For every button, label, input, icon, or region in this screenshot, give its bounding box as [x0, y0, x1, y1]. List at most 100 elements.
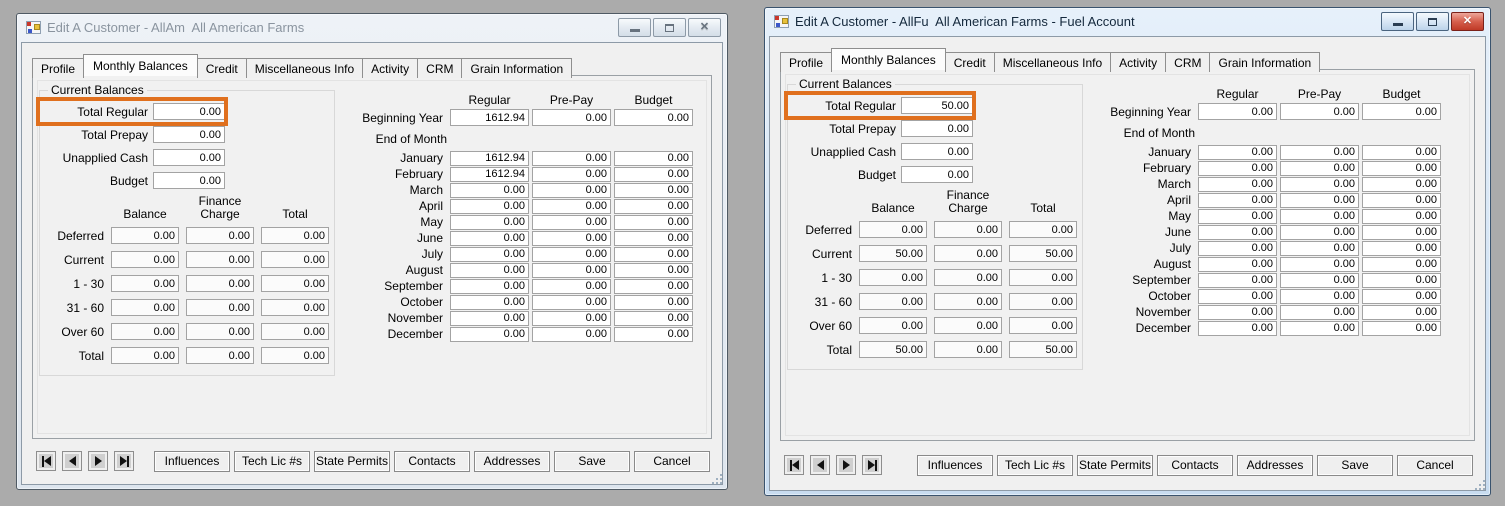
aging-finance-charge-field[interactable] — [186, 227, 254, 244]
month-regular-field[interactable] — [1198, 176, 1277, 192]
beginning-year-regular-field[interactable] — [1198, 103, 1277, 120]
month-budget-field[interactable] — [1362, 288, 1441, 304]
aging-finance-charge-field[interactable] — [934, 317, 1002, 334]
month-budget-field[interactable] — [1362, 304, 1441, 320]
nav-next-button[interactable] — [88, 451, 108, 471]
month-prepay-field[interactable] — [532, 326, 611, 342]
tab-profile[interactable]: Profile — [780, 52, 833, 72]
tab-monthly-balances[interactable]: Monthly Balances — [83, 54, 198, 76]
cancel-button[interactable]: Cancel — [634, 450, 710, 472]
aging-finance-charge-field[interactable] — [186, 347, 254, 364]
influences-button[interactable]: Influences — [154, 450, 230, 472]
aging-finance-charge-field[interactable] — [934, 293, 1002, 310]
aging-total-field[interactable] — [261, 275, 329, 292]
tab-activity[interactable]: Activity — [1110, 52, 1167, 72]
aging-balance-field[interactable] — [111, 251, 179, 268]
beginning-year-budget-field[interactable] — [614, 109, 693, 126]
month-prepay-field[interactable] — [1280, 208, 1359, 224]
month-regular-field[interactable] — [450, 198, 529, 214]
beginning-year-prepay-field[interactable] — [1280, 103, 1359, 120]
save-button[interactable]: Save — [554, 450, 630, 472]
aging-total-field[interactable] — [261, 227, 329, 244]
aging-balance-field[interactable] — [859, 269, 927, 286]
month-prepay-field[interactable] — [1280, 240, 1359, 256]
month-regular-field[interactable] — [1198, 288, 1277, 304]
month-prepay-field[interactable] — [1280, 320, 1359, 336]
aging-balance-field[interactable] — [111, 275, 179, 292]
aging-total-field[interactable] — [261, 251, 329, 268]
save-button[interactable]: Save — [1317, 454, 1393, 476]
nav-first-button[interactable] — [36, 451, 56, 471]
total-prepay-field[interactable] — [153, 126, 225, 143]
aging-finance-charge-field[interactable] — [186, 323, 254, 340]
maximize-button[interactable] — [1416, 12, 1449, 31]
month-budget-field[interactable] — [614, 198, 693, 214]
month-regular-field[interactable] — [1198, 304, 1277, 320]
beginning-year-budget-field[interactable] — [1362, 103, 1441, 120]
tab-grain-information[interactable]: Grain Information — [1209, 52, 1321, 72]
month-budget-field[interactable] — [614, 182, 693, 198]
aging-total-field[interactable] — [1009, 341, 1077, 358]
aging-balance-field[interactable] — [111, 347, 179, 364]
month-regular-field[interactable] — [1198, 320, 1277, 336]
aging-finance-charge-field[interactable] — [186, 275, 254, 292]
aging-total-field[interactable] — [1009, 293, 1077, 310]
aging-finance-charge-field[interactable] — [186, 251, 254, 268]
nav-last-button[interactable] — [862, 455, 882, 475]
close-button[interactable]: ✕ — [1451, 12, 1484, 31]
month-budget-field[interactable] — [614, 166, 693, 182]
month-prepay-field[interactable] — [532, 198, 611, 214]
tab-miscellaneous-info[interactable]: Miscellaneous Info — [245, 58, 364, 78]
month-regular-field[interactable] — [450, 182, 529, 198]
aging-balance-field[interactable] — [111, 299, 179, 316]
month-prepay-field[interactable] — [1280, 192, 1359, 208]
month-prepay-field[interactable] — [532, 310, 611, 326]
contacts-button[interactable]: Contacts — [394, 450, 470, 472]
month-regular-field[interactable] — [450, 262, 529, 278]
aging-balance-field[interactable] — [111, 227, 179, 244]
month-prepay-field[interactable] — [532, 262, 611, 278]
total-regular-field[interactable] — [901, 97, 973, 114]
month-budget-field[interactable] — [1362, 272, 1441, 288]
month-budget-field[interactable] — [614, 326, 693, 342]
month-budget-field[interactable] — [1362, 160, 1441, 176]
month-budget-field[interactable] — [614, 262, 693, 278]
maximize-button[interactable] — [653, 18, 686, 37]
month-budget-field[interactable] — [614, 246, 693, 262]
month-prepay-field[interactable] — [532, 246, 611, 262]
month-regular-field[interactable] — [1198, 272, 1277, 288]
month-regular-field[interactable] — [450, 150, 529, 166]
month-budget-field[interactable] — [614, 150, 693, 166]
month-prepay-field[interactable] — [532, 166, 611, 182]
month-prepay-field[interactable] — [532, 182, 611, 198]
month-budget-field[interactable] — [1362, 320, 1441, 336]
unapplied-cash-field[interactable] — [153, 149, 225, 166]
month-prepay-field[interactable] — [532, 230, 611, 246]
month-prepay-field[interactable] — [1280, 224, 1359, 240]
influences-button[interactable]: Influences — [917, 454, 993, 476]
month-regular-field[interactable] — [1198, 160, 1277, 176]
unapplied-cash-field[interactable] — [901, 143, 973, 160]
tab-profile[interactable]: Profile — [32, 58, 85, 78]
tab-credit[interactable]: Credit — [944, 52, 995, 72]
resize-grip[interactable] — [1475, 480, 1485, 490]
month-prepay-field[interactable] — [532, 214, 611, 230]
aging-total-field[interactable] — [261, 347, 329, 364]
addresses-button[interactable]: Addresses — [1237, 454, 1313, 476]
tab-credit[interactable]: Credit — [196, 58, 247, 78]
month-budget-field[interactable] — [1362, 224, 1441, 240]
month-budget-field[interactable] — [1362, 208, 1441, 224]
nav-first-button[interactable] — [784, 455, 804, 475]
month-budget-field[interactable] — [1362, 192, 1441, 208]
aging-finance-charge-field[interactable] — [934, 221, 1002, 238]
aging-balance-field[interactable] — [859, 221, 927, 238]
month-budget-field[interactable] — [1362, 240, 1441, 256]
month-regular-field[interactable] — [450, 326, 529, 342]
month-regular-field[interactable] — [450, 214, 529, 230]
aging-balance-field[interactable] — [111, 323, 179, 340]
aging-balance-field[interactable] — [859, 341, 927, 358]
month-regular-field[interactable] — [450, 278, 529, 294]
month-prepay-field[interactable] — [1280, 160, 1359, 176]
month-prepay-field[interactable] — [532, 150, 611, 166]
month-budget-field[interactable] — [614, 294, 693, 310]
